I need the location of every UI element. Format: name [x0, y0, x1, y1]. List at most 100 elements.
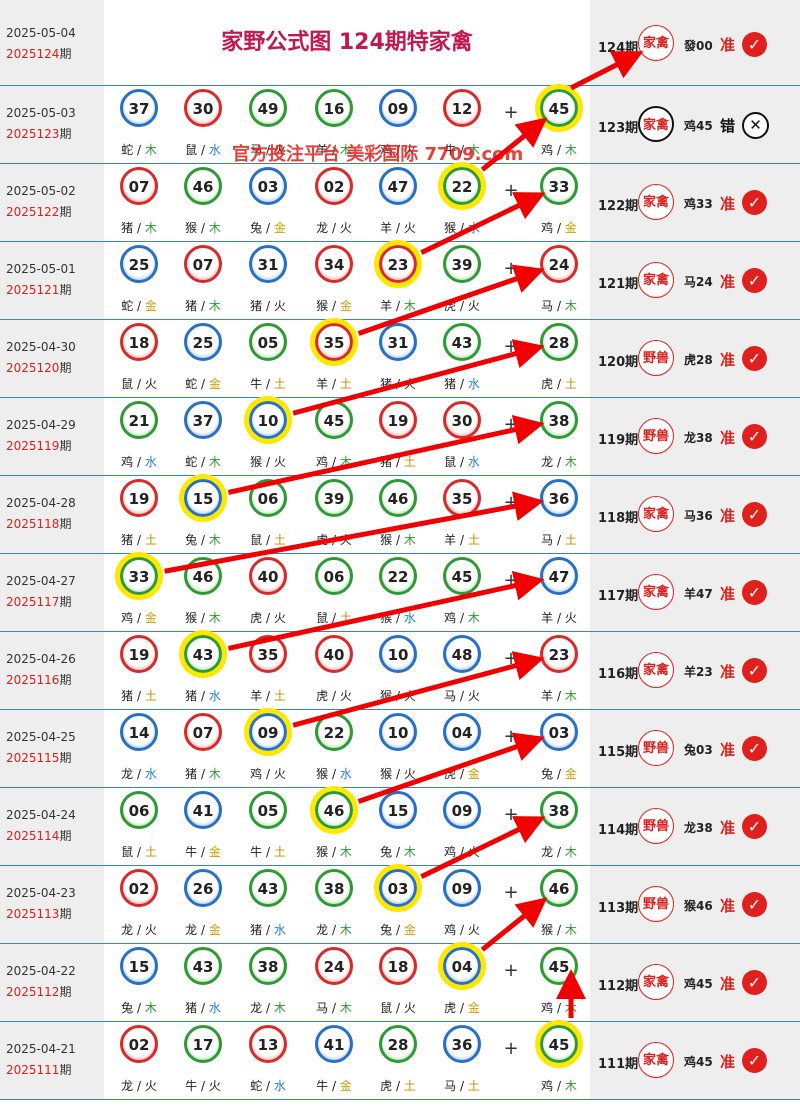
lottery-ball: 13	[249, 1025, 287, 1063]
formula-board: 2025-05-04 2025124期 家野公式图 124期特家禽 124期 家…	[0, 0, 800, 1113]
ball-zodiac: 马 / 火	[444, 689, 480, 703]
ball-zodiac: 鼠 / 水	[185, 143, 221, 157]
zodiac-element: 土	[564, 377, 577, 391]
ball-zodiac: 羊 / 土	[444, 533, 480, 547]
lottery-ball: 07	[184, 245, 222, 283]
zodiac-animal: 羊	[444, 533, 457, 547]
zodiac-animal: 鼠	[121, 845, 134, 859]
lottery-ball: 15	[379, 791, 417, 829]
draw-row: 2025-04-25 2025115期 14 龙 / 水 07 猪 / 木 09 鸡 / …	[0, 710, 800, 788]
result-label: 115期	[598, 745, 639, 760]
period-number: 2025118	[6, 517, 60, 531]
zodiac-animal: 牛	[250, 377, 263, 391]
check-icon: ✓	[742, 190, 767, 215]
period-number: 2025113	[6, 907, 60, 921]
draw-date: 2025-04-25	[6, 730, 76, 744]
ball-zodiac: 鼠 / 火	[380, 1001, 416, 1015]
draw-date: 2025-04-30	[6, 340, 76, 354]
lottery-ball: 15	[120, 947, 158, 985]
highlight-ring	[244, 396, 292, 444]
lottery-ball: 04	[443, 713, 481, 751]
zodiac-element: 金	[208, 845, 221, 859]
plus-sign: +	[503, 492, 519, 513]
lottery-ball: 38	[540, 401, 578, 439]
zodiac-element: 土	[564, 533, 577, 547]
highlight-ring	[438, 942, 486, 990]
period-suffix: 期	[59, 127, 72, 141]
zodiac-animal: 猪	[121, 221, 134, 235]
category-stamp: 野兽	[638, 340, 674, 376]
ball-zodiac: 龙 / 火	[121, 1079, 157, 1093]
period-suffix: 期	[59, 439, 72, 453]
result-label: 111期	[598, 1057, 639, 1072]
zodiac-animal: 鸡	[541, 1001, 554, 1015]
zodiac-animal: 鼠	[121, 377, 134, 391]
zodiac-animal: 鸡	[250, 767, 263, 781]
result-label: 120期	[598, 355, 639, 370]
zodiac-element: 土	[339, 611, 352, 625]
draw-date: 2025-05-03	[6, 106, 76, 120]
lottery-ball: 05	[249, 323, 287, 361]
lottery-ball: 25	[120, 245, 158, 283]
verdict: 错	[720, 117, 736, 135]
verdict: 准	[720, 663, 736, 681]
lottery-ball: 38	[540, 791, 578, 829]
ball-zodiac: 鼠 / 水	[444, 455, 480, 469]
zodiac-animal: 马	[541, 533, 554, 547]
zodiac-animal: 鸡	[444, 923, 457, 937]
ball-zodiac: 兔 / 金	[250, 221, 286, 235]
zodiac-element: 水	[208, 143, 221, 157]
ball-zodiac: 马 / 土	[444, 1079, 480, 1093]
lottery-ball: 39	[443, 245, 481, 283]
lottery-ball: 22	[379, 557, 417, 595]
result-cell: 120期 野兽 虎28 准 ✓	[590, 320, 800, 397]
draw-row: 2025-04-29 2025119期 21 鸡 / 水 37 蛇 / 木 10 猴 / …	[0, 398, 800, 476]
ball-zodiac: 鸡 / 金	[121, 611, 157, 625]
check-icon: ✓	[742, 814, 767, 839]
zodiac-animal: 鸡	[121, 455, 134, 469]
result-animal: 鸡45	[684, 977, 713, 991]
lottery-ball: 43	[443, 323, 481, 361]
date-cell: 2025-04-21 2025111期	[0, 1022, 104, 1099]
zodiac-element: 木	[339, 1001, 352, 1015]
zodiac-animal: 蛇	[250, 1079, 263, 1093]
result-label: 118期	[598, 511, 639, 526]
zodiac-element: 木	[208, 533, 221, 547]
zodiac-element: 金	[208, 923, 221, 937]
zodiac-animal: 兔	[380, 923, 393, 937]
category-stamp: 家禽	[638, 652, 674, 688]
result-animal: 兔03	[684, 743, 713, 757]
draw-date: 2025-04-22	[6, 964, 76, 978]
header-verdict: 准	[720, 36, 736, 54]
result-animal: 龙38	[684, 821, 713, 835]
lottery-ball: 28	[540, 323, 578, 361]
ball-zodiac: 猪 / 火	[380, 377, 416, 391]
period-suffix: 期	[59, 595, 72, 609]
header-result-animal: 發00	[684, 39, 713, 53]
draw-period: 2025113期	[6, 905, 71, 922]
draw-date: 2025-05-02	[6, 184, 76, 198]
zodiac-animal: 龙	[250, 1001, 263, 1015]
zodiac-animal: 鸡	[121, 611, 134, 625]
verdict: 准	[720, 975, 736, 993]
zodiac-animal: 鼠	[250, 533, 263, 547]
lottery-ball: 24	[540, 245, 578, 283]
date-cell: 2025-04-23 2025113期	[0, 866, 104, 943]
ball-zodiac: 蛇 / 金	[185, 377, 221, 391]
verdict: 准	[720, 897, 736, 915]
highlight-ring	[374, 864, 422, 912]
draw-period: 2025122期	[6, 203, 71, 220]
zodiac-element: 火	[273, 455, 286, 469]
zodiac-element: 木	[208, 767, 221, 781]
lottery-ball: 17	[184, 1025, 222, 1063]
zodiac-element: 火	[467, 923, 480, 937]
lottery-ball: 46	[379, 479, 417, 517]
ball-zodiac: 马 / 土	[541, 533, 577, 547]
draw-row: 2025-04-22 2025112期 15 兔 / 木 43 猪 / 水 38 龙 / …	[0, 944, 800, 1022]
zodiac-animal: 虎	[444, 1001, 457, 1015]
lottery-ball: 19	[379, 401, 417, 439]
zodiac-element: 木	[403, 845, 416, 859]
header-date-cell: 2025-05-04 2025124期	[0, 0, 104, 85]
ball-zodiac: 猴 / 木	[541, 923, 577, 937]
zodiac-element: 火	[208, 1079, 221, 1093]
